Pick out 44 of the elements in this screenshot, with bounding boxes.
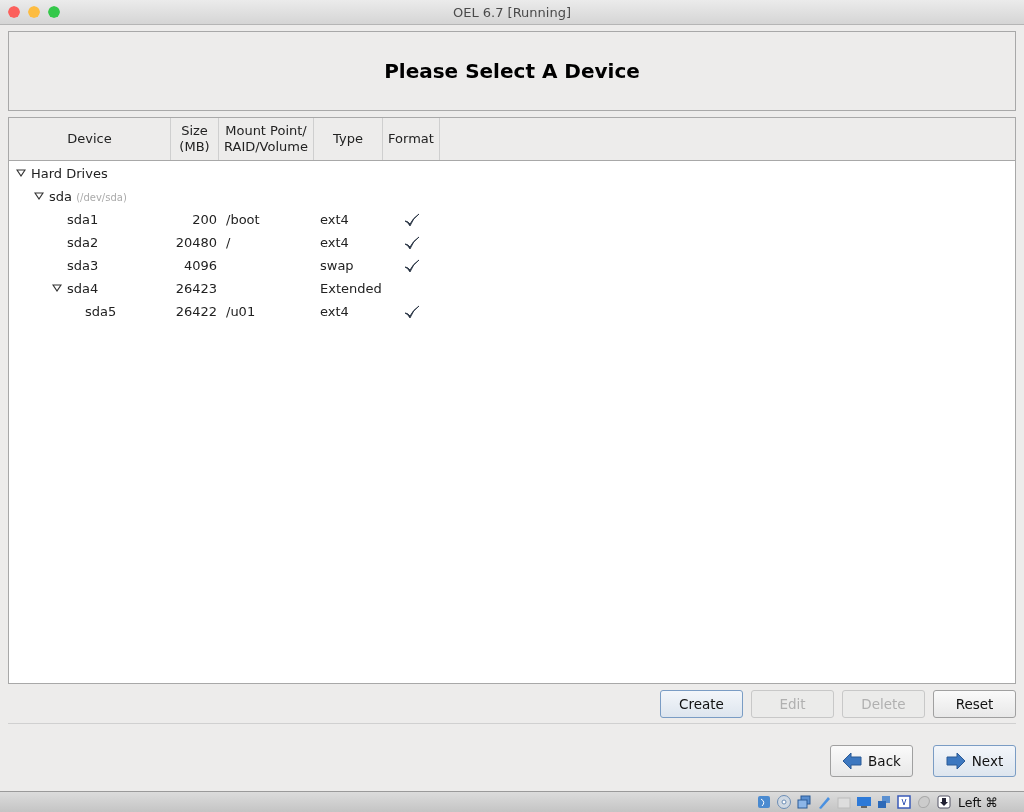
processor-icon[interactable] bbox=[896, 794, 912, 810]
close-button[interactable] bbox=[8, 6, 20, 18]
device-name: sda bbox=[49, 189, 72, 204]
expanded-arrow-icon[interactable] bbox=[34, 191, 44, 201]
device-name: Hard Drives bbox=[31, 166, 108, 181]
column-header[interactable]: Device bbox=[67, 131, 112, 147]
size-cell: 200 bbox=[192, 212, 217, 227]
column-header[interactable]: Mount Point/ RAID/Volume bbox=[224, 123, 308, 155]
type-cell: swap bbox=[320, 258, 354, 273]
column-header[interactable]: Format bbox=[388, 131, 434, 147]
device-name: sda3 bbox=[67, 258, 99, 273]
optical-disc-icon[interactable] bbox=[776, 794, 792, 810]
type-cell: ext4 bbox=[320, 212, 349, 227]
left-arrow-icon bbox=[842, 752, 863, 770]
windows-icon[interactable] bbox=[876, 794, 892, 810]
next-button[interactable]: Next bbox=[933, 745, 1016, 777]
size-cell: 4096 bbox=[183, 258, 217, 273]
mount-point-cell: / bbox=[226, 235, 231, 250]
type-cell: ext4 bbox=[320, 235, 349, 250]
table-row[interactable]: sda4 26423 Extended bbox=[9, 277, 1015, 300]
action-button[interactable]: Reset bbox=[933, 690, 1016, 718]
type-cell: ext4 bbox=[320, 304, 349, 319]
column-header[interactable]: Size (MB) bbox=[179, 123, 210, 155]
action-button[interactable]: Create bbox=[660, 690, 743, 718]
right-arrow-icon bbox=[945, 752, 966, 770]
expanded-arrow-icon[interactable] bbox=[16, 168, 26, 178]
device-name: sda4 bbox=[67, 281, 99, 296]
type-cell: Extended bbox=[320, 281, 382, 296]
mount-point-cell: /boot bbox=[226, 212, 260, 227]
size-cell: 26422 bbox=[175, 304, 217, 319]
size-cell: 20480 bbox=[175, 235, 217, 250]
expanded-arrow-icon[interactable] bbox=[52, 283, 62, 293]
device-name: sda2 bbox=[67, 235, 99, 250]
display-icon[interactable] bbox=[856, 794, 872, 810]
host-key-label: Left ⌘ bbox=[958, 794, 998, 810]
mount-point-cell: /u01 bbox=[226, 304, 256, 319]
device-path: (/dev/sda) bbox=[76, 192, 127, 203]
back-button[interactable]: Back bbox=[830, 745, 913, 777]
column-header[interactable]: Type bbox=[333, 131, 363, 147]
device-name: sda1 bbox=[67, 212, 99, 227]
window-title: OEL 6.7 [Running] bbox=[452, 4, 571, 20]
size-cell: 26423 bbox=[175, 281, 217, 296]
device-name: sda5 bbox=[85, 304, 117, 319]
page-heading: Please Select A Device bbox=[384, 59, 640, 83]
